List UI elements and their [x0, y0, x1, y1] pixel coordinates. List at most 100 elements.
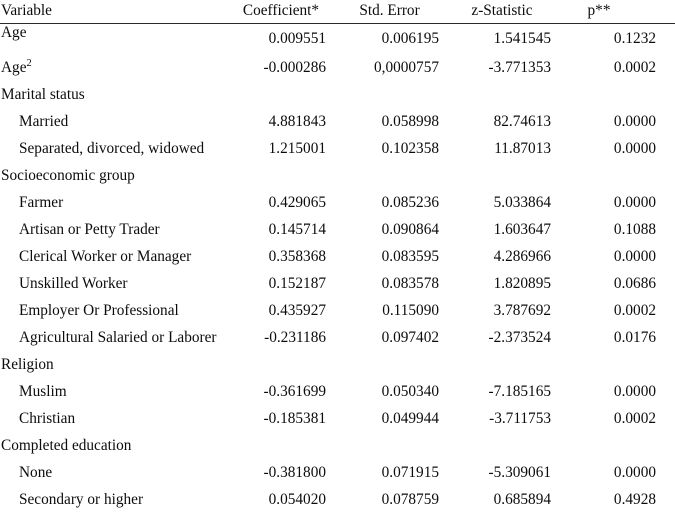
cell-std-error: [340, 351, 453, 378]
cell-z-statistic: 3.787692: [493, 302, 551, 319]
table-row: Secondary or higher 0.054020 0.078759 0.685…: [0, 486, 675, 513]
cell-coefficient: -0.361699: [263, 383, 326, 400]
regression-table-container: Variable Coefficient* Std. Error z-Stati…: [0, 0, 675, 529]
cell-coefficient: [236, 162, 340, 189]
table-section-row: Religion: [0, 351, 675, 378]
variable-label: Married: [19, 113, 69, 130]
cell-coefficient: -0.381800: [263, 464, 326, 481]
table-body: Age 0.009551 0.006195 1.541545 0.1232 Age2 -0.…: [0, 24, 675, 514]
cell-coefficient: 0.152187: [268, 275, 326, 292]
table-row: Separated, divorced, widowed 1.215001 0.10…: [0, 135, 675, 162]
cell-std-error: 0.115090: [382, 302, 439, 319]
cell-std-error: 0,0000757: [373, 59, 439, 76]
cell-std-error: 0.058998: [381, 113, 439, 130]
cell-z-statistic: 4.286966: [493, 248, 551, 265]
cell-std-error: 0.049944: [381, 410, 439, 427]
cell-p-value: [565, 351, 675, 378]
cell-std-error: 0.083578: [381, 275, 439, 292]
variable-label: Separated, divorced, widowed: [19, 140, 205, 157]
table-row: Farmer 0.429065 0.085236 5.033864 0.0000: [0, 189, 675, 216]
cell-p-value: 0.4928: [613, 491, 656, 508]
variable-label-superscript: 2: [26, 57, 32, 69]
cell-std-error: 0.078759: [381, 491, 439, 508]
cell-std-error: 0.006195: [381, 30, 439, 47]
cell-coefficient: [236, 432, 340, 459]
cell-std-error: 0.090864: [381, 221, 439, 238]
cell-coefficient: [236, 81, 340, 108]
cell-coefficient: -0.000286: [263, 59, 326, 76]
cell-z-statistic: 5.033864: [493, 194, 551, 211]
cell-std-error: 0.102358: [381, 140, 439, 157]
cell-coefficient: -0.185381: [263, 410, 326, 427]
cell-p-value: 0.0000: [613, 140, 656, 157]
cell-p-value: 0.0002: [613, 410, 656, 427]
variable-label: Christian: [19, 410, 76, 427]
variable-label: Clerical Worker or Manager: [19, 248, 192, 265]
column-header-coefficient: Coefficient*: [236, 0, 340, 24]
cell-p-value: 0.0686: [613, 275, 656, 292]
variable-label: Age: [1, 24, 27, 41]
variable-label: Muslim: [19, 383, 67, 400]
cell-p-value: 0.1232: [613, 30, 656, 47]
variable-label: Secondary or higher: [19, 491, 144, 508]
table-row: Artisan or Petty Trader 0.145714 0.090864 1…: [0, 216, 675, 243]
variable-label: Farmer: [19, 194, 64, 211]
column-header-std-error: Std. Error: [340, 0, 453, 24]
table-row: Age 0.009551 0.006195 1.541545 0.1232: [0, 24, 675, 55]
cell-coefficient: 0.435927: [268, 302, 326, 319]
cell-std-error: 0.050340: [381, 383, 439, 400]
cell-z-statistic: 1.603647: [493, 221, 551, 238]
variable-label: Age2: [1, 57, 32, 76]
variable-label: Unskilled Worker: [19, 275, 128, 292]
table-row: Married 4.881843 0.058998 82.74613 0.0000: [0, 108, 675, 135]
table-section-row: Completed education: [0, 432, 675, 459]
cell-z-statistic: [453, 432, 565, 459]
cell-z-statistic: 1.541545: [493, 30, 551, 47]
table-row: Muslim -0.361699 0.050340 -7.185165 0.0000: [0, 378, 675, 405]
section-label: Marital status: [1, 86, 85, 103]
table-row: Clerical Worker or Manager 0.358368 0.0835…: [0, 243, 675, 270]
table-section-row: Socioeconomic group: [0, 162, 675, 189]
cell-z-statistic: -2.373524: [488, 329, 551, 346]
cell-coefficient: 0.429065: [268, 194, 326, 211]
cell-std-error: 0.083595: [381, 248, 439, 265]
variable-label: Agricultural Salaried or Laborer: [19, 329, 217, 346]
cell-z-statistic: 0.685894: [493, 491, 551, 508]
table-row: Christian -0.185381 0.049944 -3.711753 0.000…: [0, 405, 675, 432]
table-row: Age2 -0.000286 0,0000757 -3.771353 0.0002: [0, 54, 675, 81]
table-header: Variable Coefficient* Std. Error z-Stati…: [0, 0, 675, 24]
variable-label: None: [19, 464, 53, 481]
cell-coefficient: 0.358368: [268, 248, 326, 265]
cell-p-value: [565, 162, 675, 189]
cell-std-error: [340, 162, 453, 189]
table-row: Agricultural Salaried or Laborer -0.23118…: [0, 324, 675, 351]
cell-z-statistic: -5.309061: [488, 464, 551, 481]
cell-coefficient: -0.231186: [264, 329, 326, 346]
cell-coefficient: 0.145714: [268, 221, 326, 238]
cell-p-value: [565, 81, 675, 108]
cell-p-value: 0.0000: [613, 113, 656, 130]
cell-coefficient: [236, 351, 340, 378]
cell-std-error: [340, 81, 453, 108]
cell-std-error: 0.097402: [381, 329, 439, 346]
cell-p-value: 0.0000: [613, 383, 656, 400]
cell-p-value: 0.0000: [613, 248, 656, 265]
cell-p-value: 0.0000: [613, 194, 656, 211]
table-section-row: Marital status: [0, 81, 675, 108]
regression-results-table: Variable Coefficient* Std. Error z-Stati…: [0, 0, 675, 513]
section-label: Socioeconomic group: [1, 167, 135, 184]
cell-coefficient: 1.215001: [268, 140, 326, 157]
cell-std-error: [340, 432, 453, 459]
cell-coefficient: 4.881843: [268, 113, 326, 130]
cell-z-statistic: 82.74613: [493, 113, 551, 130]
table-header-row: Variable Coefficient* Std. Error z-Stati…: [0, 0, 675, 24]
cell-coefficient: 0.009551: [268, 30, 326, 47]
cell-z-statistic: [453, 162, 565, 189]
variable-label: Artisan or Petty Trader: [19, 221, 160, 238]
cell-std-error: 0.071915: [381, 464, 439, 481]
cell-coefficient: 0.054020: [268, 491, 326, 508]
section-label: Completed education: [1, 437, 132, 454]
column-header-p-value: p**: [565, 0, 675, 24]
column-header-z-statistic: z-Statistic: [453, 0, 565, 24]
cell-p-value: 0.1088: [613, 221, 656, 238]
